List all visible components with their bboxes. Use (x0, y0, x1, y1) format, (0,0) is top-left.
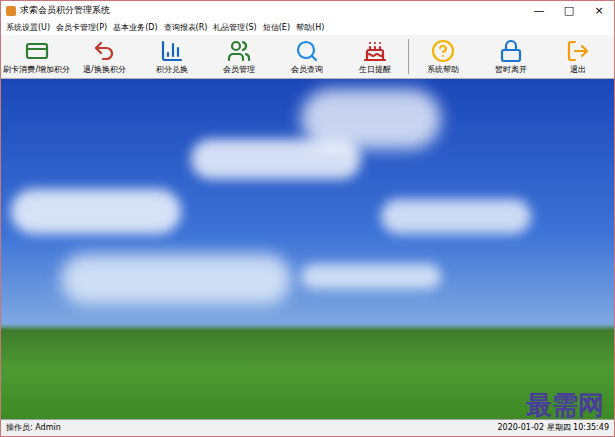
search-icon (295, 39, 319, 63)
toolbar-button[interactable]: 退出 (544, 35, 612, 78)
status-bar: 操作员: Admin 2020-01-02 星期四 10:35:49 (1, 419, 614, 436)
card-icon (25, 39, 49, 63)
menu-item[interactable]: 礼品管理(S) (213, 23, 256, 33)
help-icon (431, 39, 455, 63)
menu-bar: 系统设置(U) 会员卡管理(P) 基本业务(D) 查询报表(R) 礼品管理(S) 短信(E… (1, 21, 614, 35)
menu-item[interactable]: 基本业务(D) (113, 23, 157, 33)
window-control[interactable]: □ (554, 3, 584, 20)
toolbar-button[interactable]: 暂时离开 (477, 35, 545, 78)
app-icon (6, 6, 16, 16)
cake-icon (363, 39, 387, 63)
toolbar: 刷卡消费/增加积分退/换换积分积分兑换会员管理会员查询生日提醒系统帮助暂时离开退… (1, 35, 614, 79)
app-window: 求索会员积分管理系统 —□× 系统设置(U) 会员卡管理(P) 基本业务(D) 查询报表(… (0, 0, 615, 437)
menu-item[interactable]: 会员卡管理(P) (56, 23, 107, 33)
operator-label: 操作员: Admin (6, 422, 61, 434)
watermark: 最需网 (526, 392, 604, 418)
chart-icon (160, 39, 184, 63)
return-icon (92, 39, 116, 63)
datetime-label: 2020-01-02 星期四 10:35:49 (497, 422, 609, 434)
exit-icon (566, 39, 590, 63)
menu-item[interactable]: 短信(E) (263, 23, 290, 33)
toolbar-button[interactable]: 会员管理 (206, 35, 274, 78)
toolbar-button[interactable]: 会员查询 (273, 35, 341, 78)
toolbar-button[interactable]: 生日提醒 (341, 35, 409, 78)
window-title: 求索会员积分管理系统 (20, 4, 110, 18)
background-photo (1, 79, 614, 419)
toolbar-button[interactable]: 系统帮助 (409, 35, 477, 78)
toolbar-button[interactable]: 刷卡消费/增加积分 (3, 35, 71, 78)
lock-icon (499, 39, 523, 63)
window-control[interactable]: × (584, 3, 614, 20)
members-icon (227, 39, 251, 63)
toolbar-button[interactable]: 退/换换积分 (71, 35, 139, 78)
menu-item[interactable]: 系统设置(U) (6, 23, 50, 33)
menu-item[interactable]: 帮助(H) (296, 23, 324, 33)
toolbar-separator (408, 39, 409, 74)
window-control[interactable]: — (524, 3, 554, 20)
menu-item[interactable]: 查询报表(R) (164, 23, 208, 33)
toolbar-button[interactable]: 积分兑换 (138, 35, 206, 78)
title-bar: 求索会员积分管理系统 —□× (1, 1, 614, 21)
